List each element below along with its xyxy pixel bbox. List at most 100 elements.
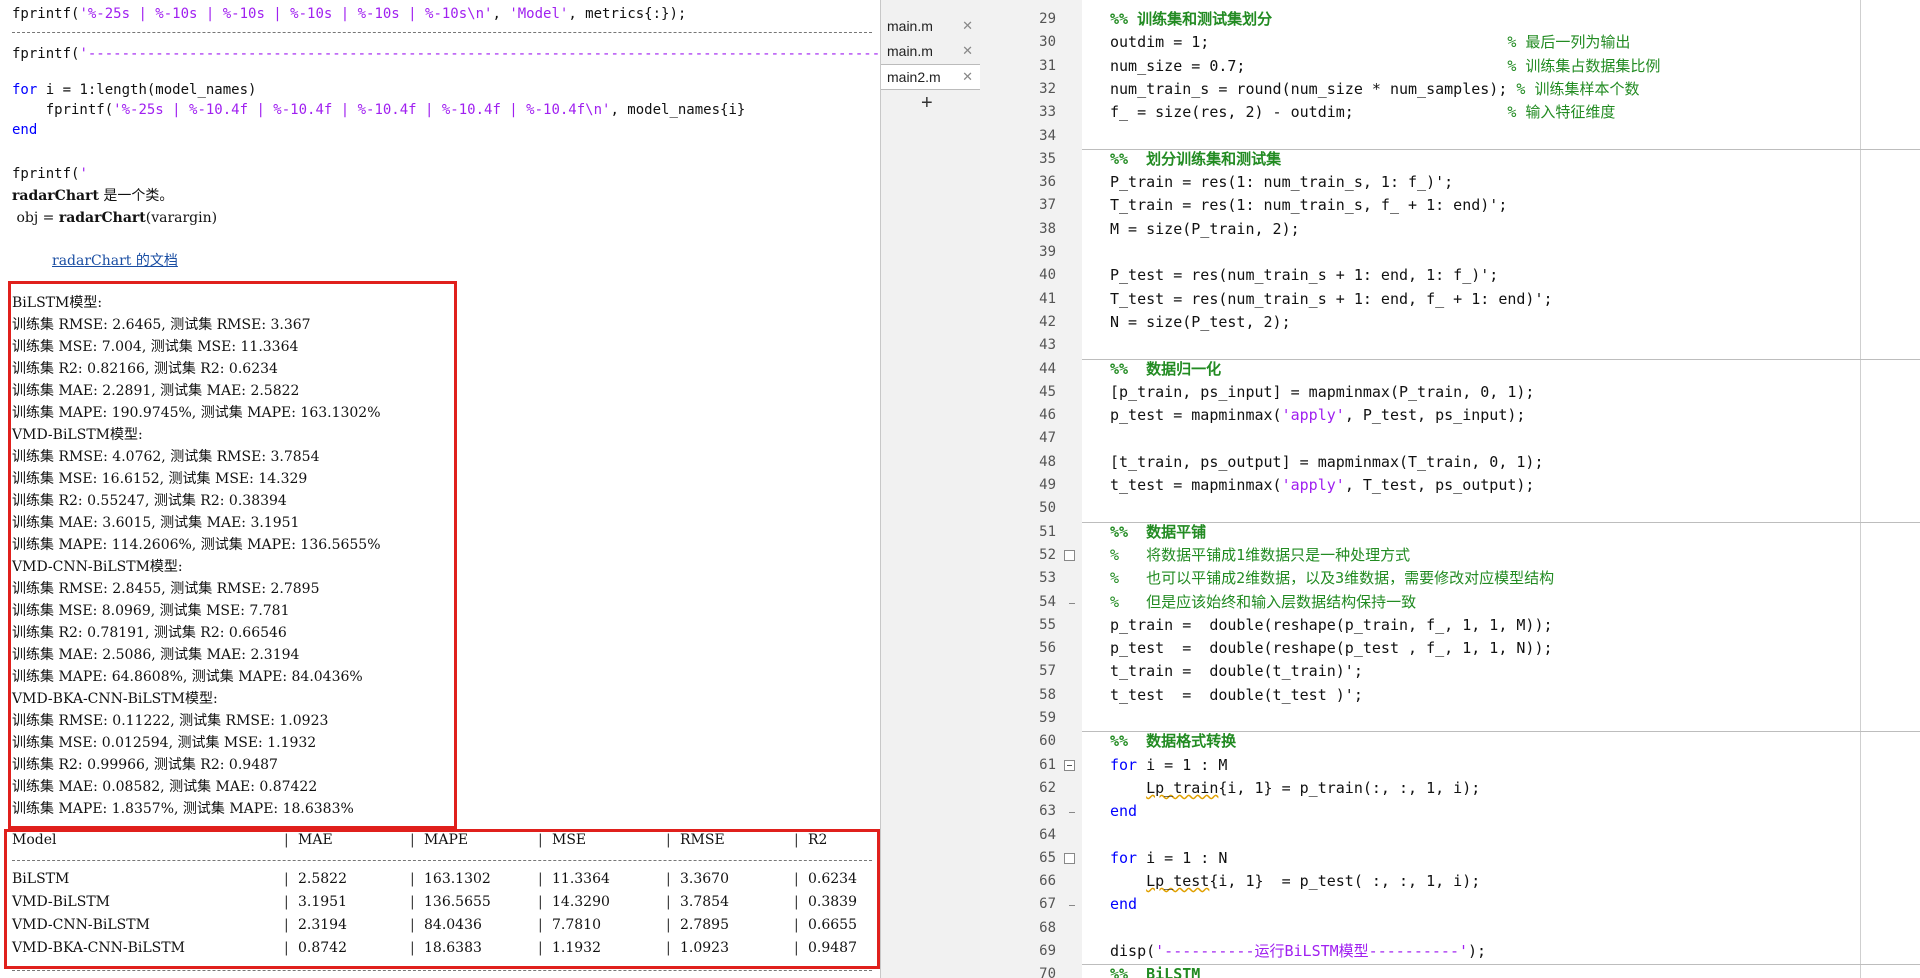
fold-toggle-icon[interactable] [1064, 759, 1075, 771]
file-tab-strip: main.m ✕ main.m ✕ main2.m ✕ + [880, 0, 982, 978]
code-token: % 训练集样本个数 [1516, 79, 1640, 98]
code-token: '---------------------------------------… [79, 46, 880, 62]
code-token: radarChart [58, 210, 146, 226]
code-line[interactable]: f_ = size(res, 2) - outdim; % 输入特征维度 [1110, 101, 1615, 124]
result-line: 训练集 RMSE: 2.6465, 测试集 RMSE: 3.367 [12, 317, 311, 333]
code-line[interactable]: P_test = res(num_train_s + 1: end, 1: f_… [1110, 264, 1498, 287]
column-separator: | [410, 894, 415, 910]
fold-toggle-icon[interactable] [1064, 549, 1075, 561]
result-line: 训练集 MAE: 3.6015, 测试集 MAE: 3.1951 [12, 515, 300, 531]
code-line[interactable]: disp('----------运行BiLSTM模型----------'); [1110, 940, 1486, 963]
fold-toggle-icon[interactable] [1064, 852, 1075, 864]
code-line[interactable]: [p_train, ps_input] = mapminmax(P_train,… [1110, 381, 1534, 404]
code-line[interactable]: % 将数据平铺成1维数据只是一种处理方式 [1110, 544, 1410, 567]
table-cell: 14.3290 [552, 894, 610, 910]
code-line[interactable]: P_train = res(1: num_train_s, 1: f_)'; [1110, 171, 1453, 194]
line-number: 38 [1039, 220, 1056, 237]
code-token: t_train = double(t_train)'; [1110, 662, 1363, 681]
code-token: disp( [1110, 942, 1156, 960]
table-cell: 136.5655 [424, 894, 491, 910]
doc-link[interactable]: radarChart 的文档 [52, 250, 178, 270]
close-icon[interactable]: ✕ [962, 65, 973, 89]
new-tab-button[interactable]: + [921, 92, 933, 115]
command-line: for i = 1:length(model_names) [12, 80, 256, 100]
code-line[interactable]: N = size(P_test, 2); [1110, 311, 1291, 334]
code-token: num_size = 0.7; [1110, 56, 1508, 75]
tab-label: main2.m [887, 69, 941, 85]
code-line[interactable]: t_test = mapminmax('apply', T_test, ps_o… [1110, 474, 1534, 497]
table-cell: BiLSTM [12, 871, 70, 887]
line-number: 56 [1039, 640, 1056, 657]
result-line: VMD-BKA-CNN-BiLSTM模型: [12, 691, 218, 707]
line-number: 30 [1039, 34, 1056, 51]
column-separator: | [284, 917, 289, 933]
code-line[interactable]: %% 数据归一化 [1110, 358, 1221, 381]
code-token: i = 1:length(model_names) [37, 82, 257, 98]
code-line[interactable]: %% 训练集和测试集划分 [1110, 8, 1272, 31]
table-cell: MAE [298, 832, 333, 848]
code-line[interactable]: p_test = mapminmax('apply', P_test, ps_i… [1110, 404, 1525, 427]
code-line[interactable]: t_train = double(t_train)'; [1110, 660, 1363, 683]
line-number: 66 [1039, 873, 1056, 890]
line-number: 61 [1039, 756, 1056, 773]
result-line: VMD-CNN-BiLSTM模型: [12, 559, 183, 575]
column-separator: | [666, 871, 671, 887]
result-line: 训练集 MAE: 0.08582, 测试集 MAE: 0.87422 [12, 779, 318, 795]
code-line[interactable]: T_train = res(1: num_train_s, f_ + 1: en… [1110, 194, 1507, 217]
result-line: 训练集 RMSE: 0.11222, 测试集 RMSE: 1.0923 [12, 713, 329, 729]
close-icon[interactable]: ✕ [962, 14, 973, 38]
code-line[interactable]: T_test = res(num_train_s + 1: end, f_ + … [1110, 288, 1553, 311]
code-line[interactable]: %% 数据平铺 [1110, 521, 1206, 544]
table-cell: VMD-BiLSTM [12, 894, 110, 910]
code-line[interactable]: outdim = 1; % 最后一列为输出 [1110, 31, 1630, 54]
code-line[interactable]: num_size = 0.7; % 训练集占数据集比例 [1110, 55, 1660, 78]
code-token: % 将数据平铺成1维数据只是一种处理方式 [1110, 545, 1411, 564]
command-window[interactable]: fprintf('%-25s | %-10s | %-10s | %-10s |… [0, 0, 880, 978]
code-token: P_test = res(num_train_s + 1: end, 1: f_… [1110, 266, 1499, 285]
code-line[interactable]: end [1110, 800, 1137, 823]
code-line[interactable]: p_test = double(reshape(p_test , f_, 1, … [1110, 637, 1553, 660]
command-line: fprintf('-------------------------------… [12, 44, 880, 64]
code-line[interactable]: num_train_s = round(num_size * num_sampl… [1110, 78, 1639, 101]
code-line[interactable]: Lp_test{i, 1} = p_test( :, :, 1, i); [1110, 870, 1480, 893]
close-icon[interactable]: ✕ [962, 39, 973, 63]
column-separator: | [666, 894, 671, 910]
tab-main-m[interactable]: main.m ✕ [881, 14, 981, 38]
column-separator: | [284, 940, 289, 956]
code-line[interactable]: p_train = double(reshape(p_train, f_, 1,… [1110, 614, 1553, 637]
code-line[interactable]: % 也可以平铺成2维数据，以及3维数据，需要修改对应模型结构 [1110, 567, 1554, 590]
code-line[interactable]: [t_train, ps_output] = mapminmax(T_train… [1110, 451, 1543, 474]
result-line: 训练集 MAPE: 1.8357%, 测试集 MAPE: 18.6383% [12, 801, 354, 817]
line-number: 48 [1039, 453, 1056, 470]
line-number: 32 [1039, 80, 1056, 97]
code-token: f_ = size(res, 2) - outdim; [1110, 103, 1508, 122]
result-line: 训练集 MAPE: 190.9745%, 测试集 MAPE: 163.1302% [12, 405, 381, 421]
code-line[interactable]: for i = 1 : M [1110, 754, 1227, 777]
code-line[interactable]: t_test = double(t_test )'; [1110, 684, 1363, 707]
code-token: T_test = res(num_train_s + 1: end, f_ + … [1110, 289, 1553, 308]
code-line[interactable]: end [1110, 893, 1137, 916]
code-line[interactable]: %% BiLSTM [1110, 963, 1200, 978]
table-cell: 7.7810 [552, 917, 601, 933]
result-line: 训练集 R2: 0.78191, 测试集 R2: 0.66546 [12, 625, 287, 641]
code-line[interactable]: Lp_train{i, 1} = p_train(:, :, 1, i); [1110, 777, 1480, 800]
code-line[interactable]: M = size(P_train, 2); [1110, 218, 1300, 241]
tab-main2-m[interactable]: main2.m ✕ [881, 64, 981, 90]
code-token: end [1110, 895, 1138, 914]
column-separator: | [794, 917, 799, 933]
result-line: 训练集 MAPE: 114.2606%, 测试集 MAPE: 136.5655% [12, 537, 381, 553]
line-number: 65 [1039, 849, 1056, 866]
line-number: 44 [1039, 360, 1056, 377]
code-token: 是一个类。 [98, 188, 174, 204]
code-editor[interactable]: 29 %% 训练集和测试集划分 30 outdim = 1; % 最后一列为输出 31 n… [980, 0, 1920, 978]
code-token: outdim = 1; [1110, 33, 1508, 52]
tab-main-m-2[interactable]: main.m ✕ [881, 39, 981, 63]
fold-end-marker [1069, 905, 1075, 907]
code-line[interactable]: for i = 1 : N [1110, 847, 1227, 870]
column-separator: | [284, 832, 289, 848]
code-token: 'apply' [1281, 476, 1345, 494]
line-number: 31 [1039, 57, 1056, 74]
code-line[interactable]: %% 数据格式转换 [1110, 730, 1236, 753]
code-line[interactable]: % 但是应该始终和输入层数据结构保持一致 [1110, 591, 1416, 614]
code-line[interactable]: %% 划分训练集和测试集 [1110, 148, 1281, 171]
